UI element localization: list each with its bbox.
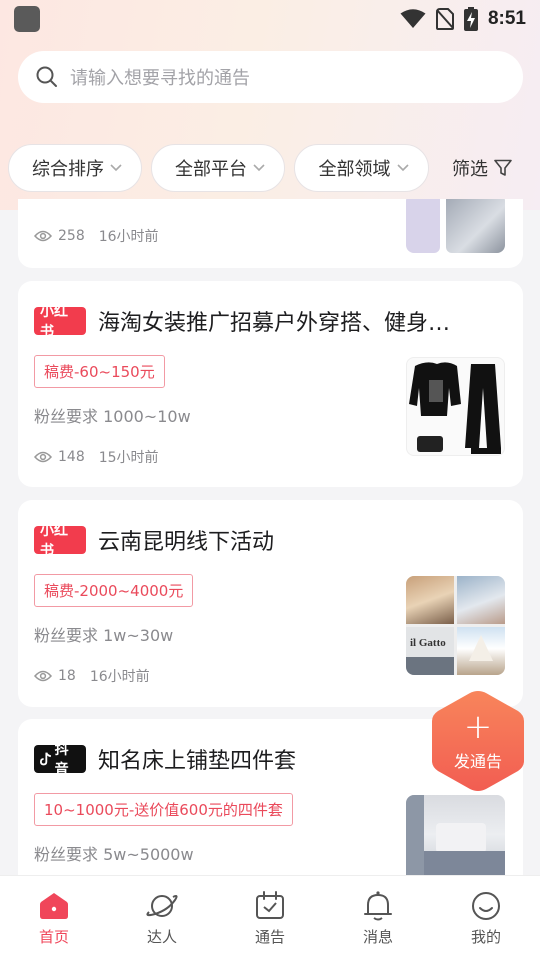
calendar-check-icon [256,891,284,919]
filter-button[interactable]: 筛选 [452,155,512,181]
tab-announcements[interactable]: 通告 [216,876,324,960]
app-notification-icon [14,6,40,32]
funnel-icon [494,159,512,176]
xiaohongshu-badge: 小红书 [34,304,86,340]
douyin-logo-icon [40,752,52,766]
search-input[interactable]: 请输入想要寻找的通告 [18,51,523,103]
card-meta: 18 16小时前 [34,666,150,686]
card-title: 云南昆明线下活动 [98,530,275,555]
tab-home[interactable]: 首页 [0,876,108,960]
tab-label: 我的 [470,928,501,946]
filter-bar: 综合排序 全部平台 全部领域 筛选 [0,140,540,196]
card-meta: 258 16小时前 [34,226,159,246]
fans-requirement: 粉丝要求 5w~5000w [34,845,194,864]
chevron-down-icon [110,164,122,172]
tab-messages[interactable]: 消息 [324,876,432,960]
smile-icon [472,892,500,920]
card-thumbnail [406,795,505,875]
eye-icon [34,670,52,682]
status-time: 8:51 [487,8,526,29]
announcement-card[interactable]: 258 16小时前 [18,199,523,268]
view-count: 258 [58,228,85,244]
tab-label: 首页 [38,928,69,946]
search-placeholder: 请输入想要寻找的通告 [70,68,250,89]
search-icon [36,66,57,87]
platform-dropdown[interactable]: 全部平台 [151,144,285,192]
fee-tag: 稿费-60~150元 [34,355,165,388]
douyin-label: 抖音 [54,742,69,778]
announcement-card[interactable]: 小红书 海淘女装推广招募户外穿搭、健身… 稿费-60~150元 粉丝要求 100… [18,281,523,487]
post-time: 16小时前 [89,669,150,685]
fans-requirement: 粉丝要求 1000~10w [34,407,191,426]
tab-label: 达人 [146,928,177,946]
card-thumbnail [406,199,505,253]
xiaohongshu-badge: 小红书 [34,523,86,559]
battery-charging-icon [463,7,478,31]
plus-icon: + [463,707,493,747]
fab-label: 发通告 [453,752,502,771]
announcement-card[interactable]: 小红书 云南昆明线下活动 稿费-2000~4000元 粉丝要求 1w~30w 1… [18,500,523,707]
thumbnail-caption: il Gatto [410,637,446,649]
card-meta: 148 15小时前 [34,447,159,467]
view-count: 148 [58,449,85,465]
tab-label: 通告 [254,928,285,946]
eye-icon [34,451,52,463]
planet-icon [146,895,178,917]
tab-talent[interactable]: 达人 [108,876,216,960]
card-thumbnail: il Gatto [406,576,505,675]
fee-tag: 稿费-2000~4000元 [34,574,194,607]
domain-dropdown[interactable]: 全部领域 [294,144,429,192]
chevron-down-icon [253,164,265,172]
bell-icon [364,891,392,921]
card-thumbnail [406,357,505,456]
chevron-down-icon [396,164,409,172]
filter-label: 筛选 [452,159,488,180]
status-bar: 8:51 [0,0,540,38]
domain-label: 全部领域 [318,159,391,180]
fee-tag: 10~1000元-送价值600元的四件套 [34,793,293,826]
card-title: 海淘女装推广招募户外穿搭、健身… [98,311,451,336]
home-icon [40,893,68,919]
tab-profile[interactable]: 我的 [432,876,540,960]
post-time: 15小时前 [98,450,159,466]
eye-icon [34,230,52,242]
post-time: 16小时前 [98,229,159,245]
fans-requirement: 粉丝要求 1w~30w [34,626,174,645]
douyin-badge: 抖音 [34,742,86,778]
wifi-icon [400,9,426,28]
card-title: 知名床上铺垫四件套 [98,749,297,774]
view-count: 18 [58,668,76,684]
post-announcement-button[interactable]: + 发通告 [430,689,526,793]
no-sim-icon [435,8,454,30]
sort-label: 综合排序 [32,159,104,180]
bottom-tab-bar: 首页 达人 通告 消息 我的 [0,875,540,960]
tab-label: 消息 [362,928,393,946]
sort-dropdown[interactable]: 综合排序 [8,144,142,192]
platform-label: 全部平台 [175,159,247,180]
